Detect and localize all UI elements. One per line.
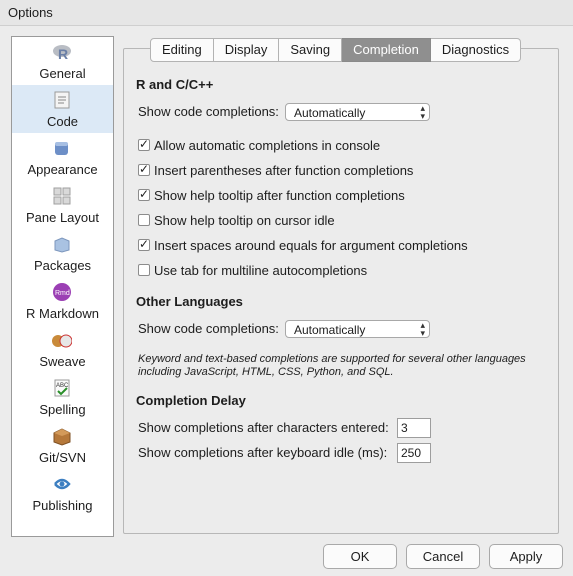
sidebar-item-publishing[interactable]: Publishing bbox=[12, 469, 113, 517]
chars-entered-input[interactable]: 3 bbox=[397, 418, 431, 438]
checkbox-box[interactable] bbox=[138, 264, 150, 276]
r-show-completions-value: Automatically bbox=[294, 106, 366, 120]
sidebar-item-code[interactable]: Code bbox=[12, 85, 113, 133]
sidebar-item-label: R Markdown bbox=[26, 306, 99, 321]
r-section-heading: R and C/C++ bbox=[136, 77, 214, 92]
sidebar-item-label: Git/SVN bbox=[39, 450, 86, 465]
checkmark-icon: ✓ bbox=[139, 187, 150, 201]
sidebar-item-pane-layout[interactable]: Pane Layout bbox=[12, 181, 113, 229]
checkbox-help-tooltip-cursor-idle[interactable]: Show help tooltip on cursor idle bbox=[138, 212, 335, 228]
checkmark-icon: ✓ bbox=[139, 237, 150, 251]
tab-saving[interactable]: Saving bbox=[279, 38, 343, 62]
ok-button[interactable]: OK bbox=[323, 544, 397, 569]
rmd-badge-icon: Rmd bbox=[53, 283, 71, 301]
checkbox-insert-parentheses[interactable]: ✓ Insert parentheses after function comp… bbox=[138, 162, 413, 178]
svg-text:R: R bbox=[58, 46, 68, 62]
languages-note: Keyword and text-based completions are s… bbox=[138, 353, 526, 378]
chevron-updown-icon: ▴ ▾ bbox=[420, 103, 425, 121]
sweave-pdf-icon bbox=[52, 334, 72, 348]
package-box-icon bbox=[54, 237, 70, 253]
checkbox-label: Show help tooltip on cursor idle bbox=[154, 212, 335, 228]
svg-text:Rmd: Rmd bbox=[55, 290, 70, 297]
sidebar-item-packages[interactable]: Packages bbox=[12, 229, 113, 277]
code-document-icon bbox=[54, 91, 70, 109]
checkbox-label: Show help tooltip after function complet… bbox=[154, 187, 405, 203]
checkbox-label: Allow automatic completions in console bbox=[154, 137, 381, 153]
spellcheck-abc-icon: ABC bbox=[54, 379, 70, 397]
options-sidebar: R General Code Appearance Pane Layout Pa… bbox=[11, 36, 114, 537]
git-box-icon bbox=[53, 428, 71, 446]
sidebar-item-git-svn[interactable]: Git/SVN bbox=[12, 421, 113, 469]
checkbox-tab-multiline[interactable]: Use tab for multiline autocompletions bbox=[138, 262, 367, 278]
checkbox-label: Insert parentheses after function comple… bbox=[154, 162, 414, 178]
tab-diagnostics[interactable]: Diagnostics bbox=[430, 38, 522, 62]
chars-entered-label: Show completions after characters entere… bbox=[138, 420, 389, 435]
checkbox-box[interactable]: ✓ bbox=[138, 237, 150, 251]
sidebar-item-general[interactable]: R General bbox=[12, 37, 113, 85]
sidebar-item-sweave[interactable]: Sweave bbox=[12, 325, 113, 373]
checkbox-help-tooltip-after-completion[interactable]: ✓ Show help tooltip after function compl… bbox=[138, 187, 405, 203]
completion-delay-heading: Completion Delay bbox=[136, 393, 246, 408]
paint-bucket-icon bbox=[55, 142, 68, 155]
tab-display[interactable]: Display bbox=[213, 38, 280, 62]
checkbox-box[interactable]: ✓ bbox=[138, 187, 150, 201]
r-logo-icon: R bbox=[53, 45, 71, 62]
other-show-completions-value: Automatically bbox=[294, 323, 366, 337]
sidebar-item-label: Packages bbox=[33, 258, 92, 273]
r-show-completions-label: Show code completions: bbox=[138, 104, 279, 119]
r-show-completions-select[interactable]: Automatically ▴ ▾ bbox=[285, 103, 430, 121]
sidebar-item-appearance[interactable]: Appearance bbox=[12, 133, 113, 181]
tab-bar: Editing Display Saving Completion Diagno… bbox=[150, 38, 522, 62]
cancel-button[interactable]: Cancel bbox=[406, 544, 480, 569]
other-show-completions-label: Show code completions: bbox=[138, 321, 279, 336]
sidebar-item-label: Code bbox=[46, 114, 79, 129]
other-languages-heading: Other Languages bbox=[136, 294, 243, 309]
checkbox-allow-console-completions[interactable]: ✓ Allow automatic completions in console bbox=[138, 137, 380, 153]
checkbox-box[interactable] bbox=[138, 214, 150, 226]
sidebar-item-label: Publishing bbox=[32, 498, 93, 513]
apply-button[interactable]: Apply bbox=[489, 544, 563, 569]
sidebar-item-label: Spelling bbox=[39, 402, 86, 417]
publish-swirl-icon bbox=[54, 478, 71, 490]
tab-completion[interactable]: Completion bbox=[342, 38, 431, 62]
tab-editing[interactable]: Editing bbox=[150, 38, 214, 62]
keyboard-idle-input[interactable]: 250 bbox=[397, 443, 431, 463]
checkbox-spaces-around-equals[interactable]: ✓ Insert spaces around equals for argume… bbox=[138, 237, 468, 253]
sidebar-item-label: General bbox=[39, 66, 86, 81]
chevron-updown-icon: ▴ ▾ bbox=[420, 320, 425, 338]
window-title: Options bbox=[8, 5, 53, 20]
checkbox-label: Use tab for multiline autocompletions bbox=[154, 262, 368, 278]
sidebar-item-r-markdown[interactable]: Rmd R Markdown bbox=[12, 277, 113, 325]
checkmark-icon: ✓ bbox=[139, 162, 150, 176]
title-bar: Options bbox=[0, 0, 573, 26]
keyboard-idle-label: Show completions after keyboard idle (ms… bbox=[138, 445, 388, 460]
sidebar-item-label: Appearance bbox=[27, 162, 98, 177]
other-show-completions-select[interactable]: Automatically ▴ ▾ bbox=[285, 320, 430, 338]
checkbox-box[interactable]: ✓ bbox=[138, 137, 150, 151]
checkbox-box[interactable]: ✓ bbox=[138, 162, 150, 176]
pane-grid-icon bbox=[53, 187, 71, 205]
sidebar-item-label: Sweave bbox=[39, 354, 86, 369]
checkbox-label: Insert spaces around equals for argument… bbox=[154, 237, 468, 253]
checkmark-icon: ✓ bbox=[139, 137, 150, 151]
sidebar-item-spelling[interactable]: ABC Spelling bbox=[12, 373, 113, 421]
sidebar-item-label: Pane Layout bbox=[25, 210, 99, 225]
